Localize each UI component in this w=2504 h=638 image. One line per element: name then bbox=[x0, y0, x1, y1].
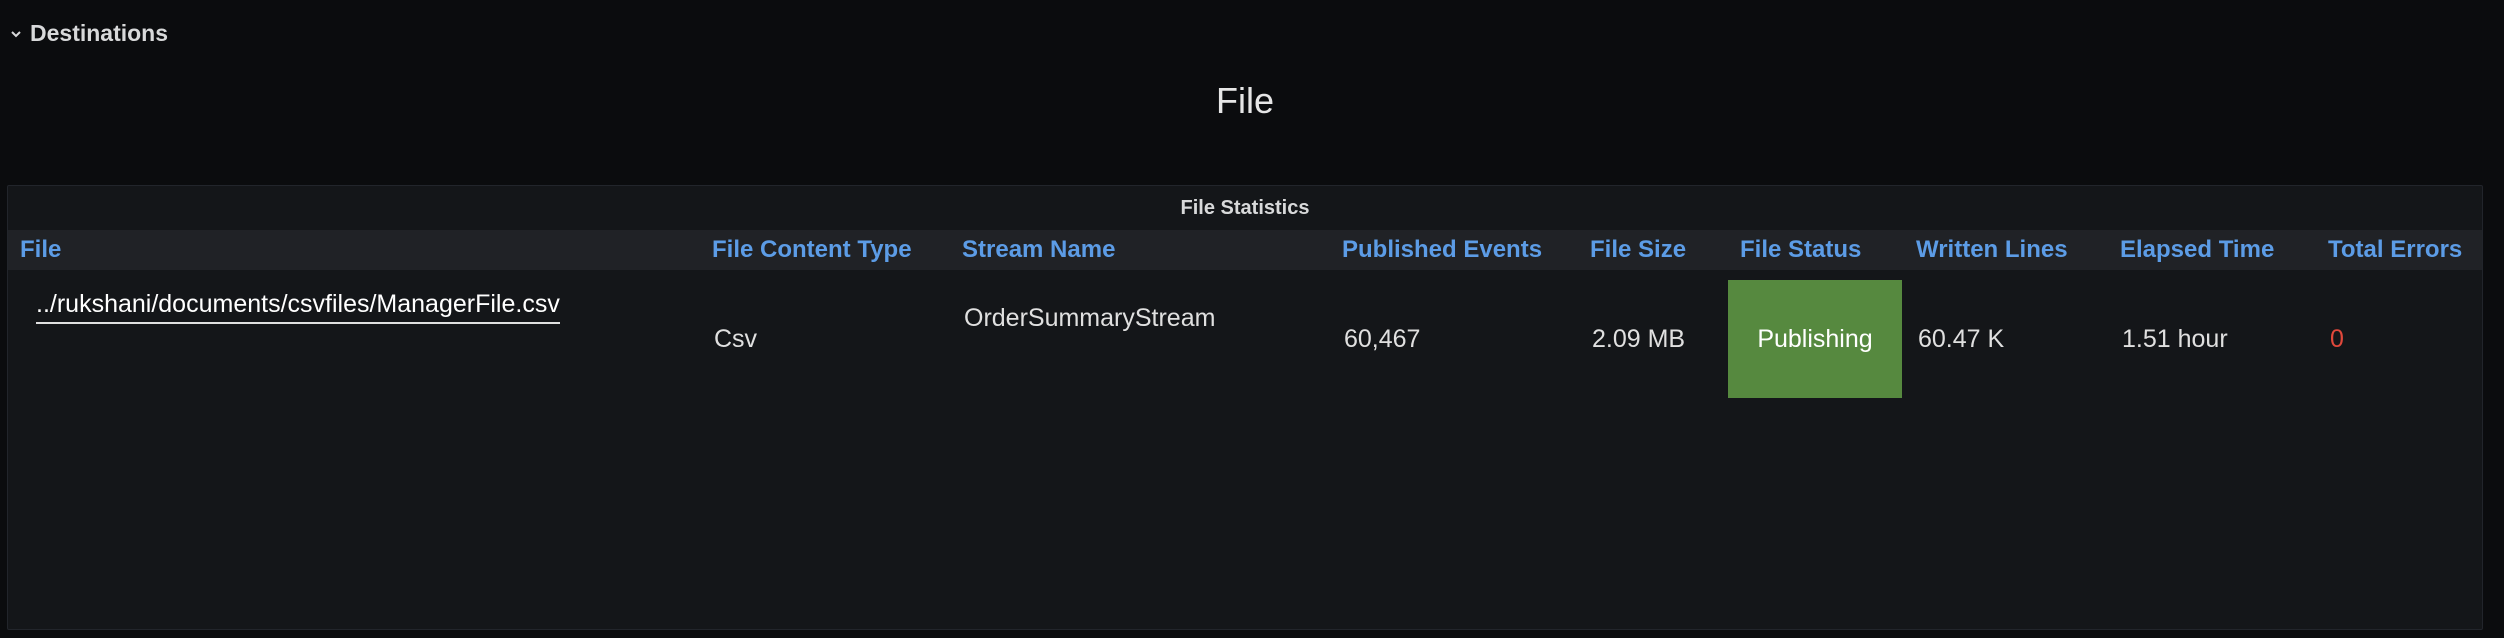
table-row: ../rukshani/documents/csvfiles/ManagerFi… bbox=[8, 270, 2482, 408]
file-statistics-table: File File Content Type Stream Name Publi… bbox=[8, 230, 2482, 408]
row-header-destinations[interactable]: Destinations bbox=[8, 20, 168, 47]
file-path-link[interactable]: ../rukshani/documents/csvfiles/ManagerFi… bbox=[36, 290, 560, 324]
status-badge: Publishing bbox=[1728, 280, 1902, 398]
column-header-file-size[interactable]: File Size bbox=[1578, 230, 1728, 270]
file-statistics-panel: File Statistics File File Content Type S… bbox=[7, 185, 2483, 630]
column-header-published-events[interactable]: Published Events bbox=[1330, 230, 1578, 270]
panel-title[interactable]: File Statistics bbox=[8, 186, 2482, 230]
cell-total-errors: 0 bbox=[2330, 324, 2344, 353]
cell-stream-name: OrderSummaryStream bbox=[964, 304, 1216, 332]
file-text-panel-title: File bbox=[1215, 80, 1274, 121]
column-header-elapsed-time[interactable]: Elapsed Time bbox=[2108, 230, 2316, 270]
cell-file[interactable]: ../rukshani/documents/csvfiles/ManagerFi… bbox=[8, 270, 700, 408]
column-header-written-lines[interactable]: Written Lines bbox=[1904, 230, 2108, 270]
cell-written-lines: 60.47 K bbox=[1918, 324, 2005, 353]
cell-file-status: Publishing bbox=[1728, 270, 1904, 408]
column-header-total-errors[interactable]: Total Errors bbox=[2316, 230, 2482, 270]
column-header-file-status[interactable]: File Status bbox=[1728, 230, 1904, 270]
column-header-file-content-type[interactable]: File Content Type bbox=[700, 230, 950, 270]
column-header-file[interactable]: File bbox=[8, 230, 700, 270]
column-header-stream-name[interactable]: Stream Name bbox=[950, 230, 1330, 270]
cell-elapsed-time: 1.51 hour bbox=[2122, 324, 2228, 353]
table-header-row: File File Content Type Stream Name Publi… bbox=[8, 230, 2482, 270]
cell-content-type: Csv bbox=[714, 324, 758, 353]
row-title: Destinations bbox=[30, 20, 169, 46]
cell-file-size: 2.09 MB bbox=[1592, 325, 1686, 353]
cell-published-events: 60,467 bbox=[1344, 324, 1421, 353]
chevron-down-icon bbox=[11, 30, 21, 37]
